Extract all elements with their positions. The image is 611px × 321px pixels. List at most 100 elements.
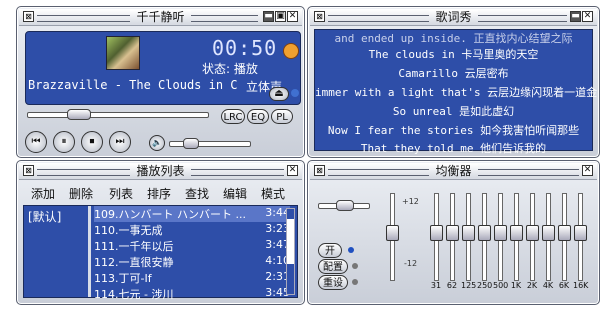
- lyric-line: and ended up inside. 正直找内心结望之际: [334, 32, 573, 45]
- eject-icon[interactable]: ⏏: [269, 87, 289, 101]
- track-title: 114.七元 - 涉川: [94, 288, 174, 301]
- eq-scale-top: +12: [402, 197, 419, 206]
- eq-knob[interactable]: [542, 225, 555, 241]
- lyrics-close-button[interactable]: ✕: [582, 11, 593, 22]
- eq-band-label: 500: [493, 281, 509, 290]
- eq-band-slider[interactable]: [542, 193, 555, 281]
- lyric-line: That they told me 他们告诉我的: [360, 142, 547, 155]
- eq-band-slider[interactable]: [446, 193, 459, 281]
- eq-knob[interactable]: [430, 225, 443, 241]
- playlist-scrollbar[interactable]: [286, 208, 295, 295]
- playlist-row[interactable]: 111.一千年以后 3:47: [94, 238, 290, 254]
- volume-knob[interactable]: [183, 138, 199, 149]
- track-title: 113.丁可-If: [94, 272, 152, 285]
- equalizer-close-button[interactable]: ✕: [582, 165, 593, 176]
- pl-button[interactable]: PL: [271, 109, 293, 124]
- playlist-panel: [默认] 109.ハンバート ハンバート ... 3:44 110.一事无成 3…: [23, 205, 298, 301]
- minimize-button[interactable]: ▬: [263, 11, 274, 22]
- playlist-divider[interactable]: [88, 206, 91, 297]
- eq-knob[interactable]: [510, 225, 523, 241]
- lrc-button[interactable]: LRC: [221, 109, 245, 124]
- close-button[interactable]: ✕: [287, 11, 298, 22]
- track-title: 112.一直很安静: [94, 256, 174, 269]
- mini-mode-button[interactable]: ▣: [275, 11, 286, 22]
- stop-button[interactable]: ⏹: [81, 131, 103, 153]
- eq-band-slider[interactable]: [462, 193, 475, 281]
- eq-preset-indicator: [352, 263, 358, 269]
- eq-reset-button[interactable]: 重设: [318, 275, 348, 290]
- eq-band-slider[interactable]: [478, 193, 491, 281]
- balance-knob[interactable]: [336, 200, 354, 211]
- playlist-window: ⊠ 播放列表 ✕ 添加 删除 列表 排序 查找 编辑 模式 [默认] 109.ハ…: [16, 160, 305, 305]
- eq-knob[interactable]: [386, 225, 399, 241]
- preamp-slider[interactable]: [386, 193, 399, 281]
- menu-delete[interactable]: 删除: [69, 185, 93, 202]
- lyric-line: The clouds in 卡马里奥的天空: [368, 48, 539, 61]
- eq-band-label: 125: [461, 281, 477, 290]
- menu-add[interactable]: 添加: [31, 185, 55, 202]
- menu-list[interactable]: 列表: [109, 185, 133, 202]
- eq-knob[interactable]: [574, 225, 587, 241]
- playlist-close-button[interactable]: ✕: [287, 165, 298, 176]
- play-state: 状态: 播放: [202, 62, 258, 76]
- menu-find[interactable]: 查找: [185, 185, 209, 202]
- eq-band-label: 1K: [510, 281, 522, 290]
- menu-mode[interactable]: 模式: [261, 185, 285, 202]
- eq-band-slider[interactable]: [430, 193, 443, 281]
- song-title: Brazzaville - The Clouds in C: [28, 78, 238, 92]
- seek-bar[interactable]: [27, 112, 209, 118]
- eq-scale-bottom: -12: [404, 259, 418, 268]
- eq-knob[interactable]: [446, 225, 459, 241]
- pause-button[interactable]: ⏸: [53, 131, 75, 153]
- eq-knob[interactable]: [462, 225, 475, 241]
- player-titlebar[interactable]: ⊠ 千千静听 ▬ ▣ ✕: [19, 9, 302, 26]
- menu-edit[interactable]: 编辑: [223, 185, 247, 202]
- lyric-line: So unreal 是如此虚幻: [392, 105, 515, 118]
- playlist-row[interactable]: 114.七元 - 涉川 3:45: [94, 286, 290, 302]
- playlist-category[interactable]: [默认]: [28, 208, 61, 225]
- eq-knob[interactable]: [494, 225, 507, 241]
- playlist-row[interactable]: 109.ハンバート ハンバート ... 3:44: [94, 206, 290, 222]
- track-title: 110.一事无成: [94, 224, 163, 237]
- eq-knob[interactable]: [478, 225, 491, 241]
- player-display: 00:50 状态: 播放 Brazzaville - The Clouds in…: [25, 31, 301, 105]
- eq-band-slider[interactable]: [558, 193, 571, 281]
- track-title: 111.一千年以后: [94, 240, 174, 253]
- playlist-row[interactable]: 113.丁可-If 2:31: [94, 270, 290, 286]
- eq-on-indicator: [348, 247, 354, 253]
- eq-button[interactable]: EQ: [247, 109, 269, 124]
- eq-band-slider[interactable]: [494, 193, 507, 281]
- playlist-menubar: 添加 删除 列表 排序 查找 编辑 模式: [23, 183, 298, 203]
- menu-sort[interactable]: 排序: [147, 185, 171, 202]
- headphone-icon[interactable]: [283, 43, 299, 59]
- lyrics-titlebar[interactable]: ⊠ 歌词秀 ▬ ✕: [310, 9, 597, 26]
- eq-band-label: 250: [477, 281, 493, 290]
- previous-button[interactable]: ⏮: [25, 131, 47, 153]
- player-window: ⊠ 千千静听 ▬ ▣ ✕ 00:50 状态: 播放 Brazzaville - …: [16, 6, 305, 158]
- seek-knob[interactable]: [67, 109, 91, 120]
- eq-band-label: 16K: [573, 281, 589, 290]
- eq-knob[interactable]: [526, 225, 539, 241]
- play-time: 00:50: [212, 36, 278, 60]
- next-button[interactable]: ⏭: [109, 131, 131, 153]
- lyrics-window: ⊠ 歌词秀 ▬ ✕ and ended up inside. 正直找内心结望之际…: [307, 6, 600, 158]
- equalizer-titlebar[interactable]: ⊠ 均衡器 ✕: [310, 163, 597, 180]
- eq-band-slider[interactable]: [526, 193, 539, 281]
- lyrics-panel[interactable]: and ended up inside. 正直找内心结望之际 The cloud…: [314, 29, 597, 155]
- eq-band-label: 31: [430, 281, 442, 290]
- volume-bar[interactable]: [169, 141, 251, 147]
- info-icon[interactable]: [291, 89, 299, 97]
- lyric-line: Camarillo 云层密布: [398, 67, 509, 80]
- eq-band-slider[interactable]: [574, 193, 587, 281]
- volume-icon[interactable]: 🔈: [149, 135, 165, 151]
- scrollbar-thumb[interactable]: [287, 219, 294, 264]
- eq-preset-button[interactable]: 配置: [318, 259, 348, 274]
- eq-knob[interactable]: [558, 225, 571, 241]
- playlist-titlebar[interactable]: ⊠ 播放列表 ✕: [19, 163, 302, 180]
- eq-band-label: 62: [446, 281, 458, 290]
- eq-band-slider[interactable]: [510, 193, 523, 281]
- playlist-row[interactable]: 112.一直很安静 4:10: [94, 254, 290, 270]
- playlist-row[interactable]: 110.一事无成 3:23: [94, 222, 290, 238]
- eq-on-button[interactable]: 开: [318, 243, 342, 258]
- lyrics-minimize-button[interactable]: ▬: [570, 11, 581, 22]
